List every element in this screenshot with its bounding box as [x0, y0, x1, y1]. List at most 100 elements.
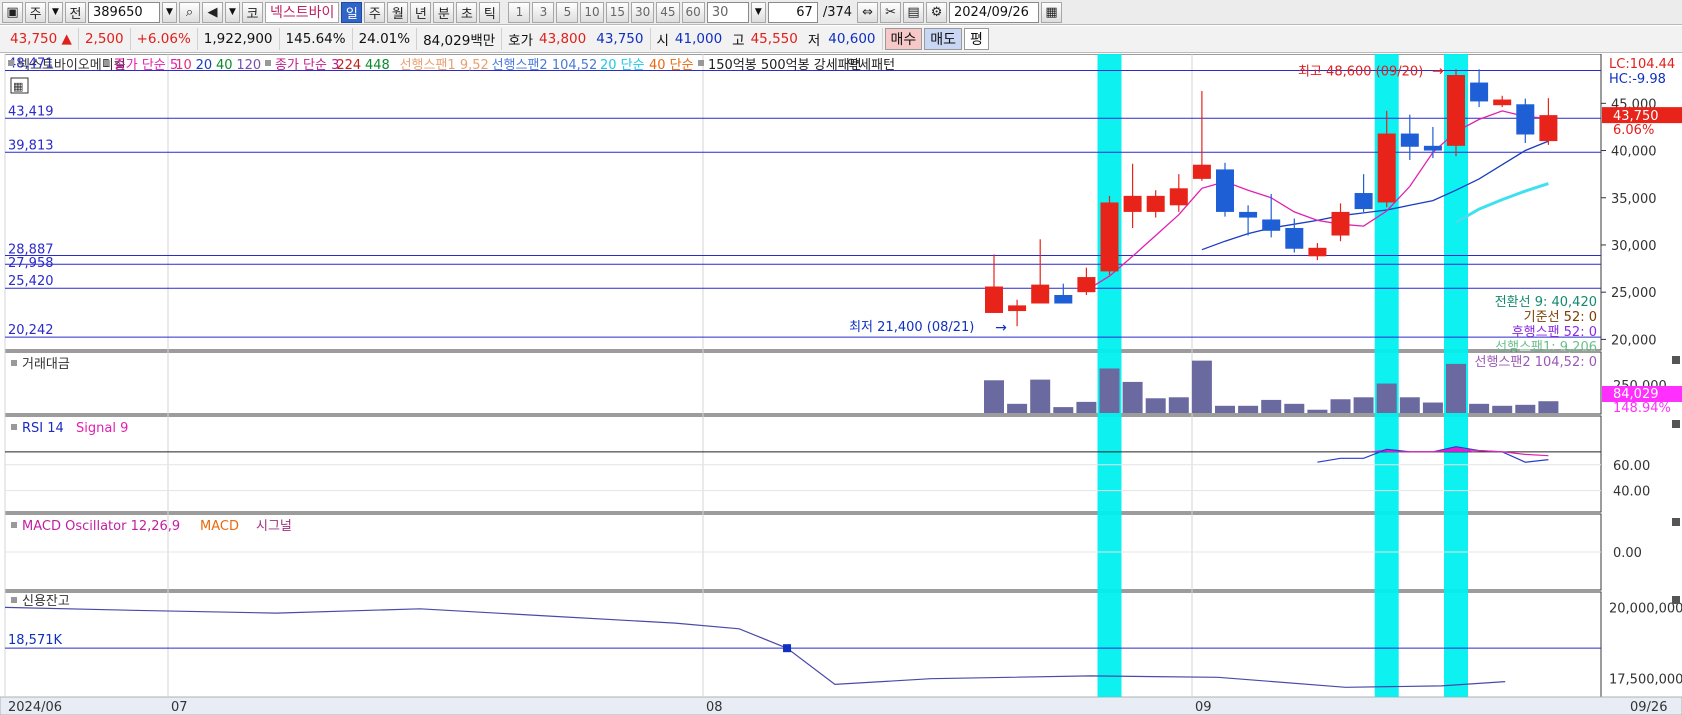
timeframe-3-button[interactable]: 년 [410, 1, 432, 23]
interval-input[interactable]: 30 [706, 1, 749, 23]
arrow-right-icon: → [995, 320, 1007, 336]
market-button[interactable]: 코 [242, 1, 263, 23]
candle-body [1008, 305, 1027, 312]
volume-bar [1284, 403, 1305, 413]
ichimoku-label: 선행스팬2 104,52: 0 [1474, 354, 1597, 370]
reference-line-label: 20,242 [8, 323, 54, 338]
volume-bar [984, 380, 1004, 413]
tools-icon[interactable]: ✂ [880, 1, 902, 23]
save-icon[interactable]: ▤ [903, 1, 925, 23]
prev-button[interactable]: 전 [65, 1, 86, 23]
sell-button[interactable]: 매도 [924, 28, 963, 50]
zoom-icon[interactable]: ⇔ [857, 1, 879, 23]
volume-bar [1307, 409, 1328, 413]
legend-bullet [8, 60, 14, 66]
legend-ma5: 종가 단순 5 [114, 58, 178, 73]
volume-bar [1376, 383, 1397, 413]
volume-bar [1099, 368, 1120, 413]
volume-bar [1515, 404, 1536, 413]
timeframe-5-button[interactable]: 초 [456, 1, 478, 23]
interval-10-button[interactable]: 10 [580, 1, 604, 23]
volume-bar [1122, 381, 1143, 413]
interval-45-button[interactable]: 45 [656, 1, 680, 23]
x-axis-label: 08 [706, 700, 723, 715]
candle-body [1077, 277, 1096, 293]
current-pct-label: 6.06% [1613, 123, 1654, 138]
legend-weak: 약세패턴 [847, 58, 895, 73]
candle-body [1262, 219, 1281, 231]
legend-ma-448: 448 [365, 58, 390, 73]
macd-signal-label: 시그널 [256, 519, 292, 534]
layout-icon[interactable]: ▣ [2, 1, 23, 23]
legend-bullet [265, 60, 271, 66]
volume-current-pct: 148.94% [1613, 401, 1671, 416]
timeframe-1-button[interactable]: 주 [364, 1, 386, 23]
low-label: 저 [807, 33, 821, 49]
ichimoku-label: 기준선 52: 0 [1524, 310, 1597, 325]
interval-dropdown-icon[interactable]: ▼ [750, 1, 766, 23]
timeframe-4-button[interactable]: 분 [433, 1, 455, 23]
volume-bar [1076, 401, 1097, 413]
timeframe-0-button[interactable]: 일 [341, 1, 363, 23]
code-dropdown-icon[interactable]: ▼ [162, 1, 177, 23]
interval-5-button[interactable]: 5 [556, 1, 579, 23]
legend-span1: 선행스팬1 9,52 [400, 57, 489, 73]
volume-ratio: 145.64% [280, 28, 353, 50]
candle-body [1285, 227, 1304, 249]
chevron-down-icon[interactable]: ▼ [48, 1, 63, 23]
interval-1-button[interactable]: 1 [508, 1, 531, 23]
panel-close-icon [1672, 596, 1680, 604]
interval-60-button[interactable]: 60 [681, 1, 705, 23]
volume-bar [1030, 379, 1051, 413]
interval-3-button[interactable]: 3 [532, 1, 555, 23]
search-icon[interactable]: ⌕ [179, 1, 200, 23]
credit-axis-label: 20,000,000 [1609, 601, 1682, 616]
candle-body [1308, 247, 1327, 257]
credit-panel-label: 신용잔고 [22, 594, 70, 609]
calendar-icon[interactable]: ▦ [1041, 1, 1063, 23]
volume-bar [1330, 399, 1351, 413]
speaker-icon[interactable]: ◀ [202, 1, 223, 23]
price-axis-label: 35,000 [1611, 192, 1657, 207]
volume-bar [1446, 363, 1466, 413]
legend-ma-40: 40 [216, 58, 233, 73]
count-input[interactable]: 67 [767, 1, 818, 23]
ichimoku-label: 선행스팬1: 9,206 [1495, 339, 1597, 355]
hoga-label: 호가 [508, 33, 533, 49]
volume-bar [1492, 405, 1513, 413]
open-price: 41,000 [674, 31, 723, 47]
reference-line-label: 39,813 [8, 138, 54, 153]
candle-body [1354, 193, 1373, 210]
low-price: 40,600 [822, 28, 883, 50]
period-button[interactable]: 주 [25, 1, 46, 23]
stock-code-input[interactable]: 389650 [88, 1, 160, 23]
current-price: 43,750 ▲ [4, 28, 79, 50]
candle-body [1470, 82, 1489, 102]
panel-close-icon [1672, 518, 1680, 526]
reference-line-label: 25,420 [8, 274, 54, 289]
ask-price: 43,800 [539, 31, 587, 47]
x-axis-label: 09 [1195, 700, 1212, 715]
stock-chart[interactable]: 2024/06 07 08 09 09/2645,00040,00035,00030,0… [0, 54, 1682, 715]
credit-legend-bullet [11, 597, 17, 603]
macd-osc-label: MACD Oscillator 12,26,9 [22, 519, 180, 534]
eval-button[interactable]: 평 [964, 28, 989, 50]
turnover: 24.01% [353, 28, 418, 50]
total-count: /374 [822, 4, 853, 20]
interval-15-button[interactable]: 15 [605, 1, 629, 23]
rsi-panel-label: RSI 14 [22, 421, 64, 436]
date-input[interactable]: 2024/09/26 [949, 1, 1040, 23]
open-label: 시 [656, 33, 669, 49]
gear-icon[interactable]: ⚙ [926, 1, 948, 23]
candle-body [1377, 133, 1396, 203]
speaker-dropdown-icon[interactable]: ▼ [225, 1, 240, 23]
stock-name[interactable]: 넥스트바이 [265, 1, 340, 23]
rsi-signal-label: Signal 9 [76, 421, 128, 436]
timeframe-6-button[interactable]: 틱 [479, 1, 501, 23]
credit-value-label: 18,571K [8, 633, 62, 648]
timeframe-2-button[interactable]: 월 [387, 1, 409, 23]
buy-button[interactable]: 매수 [884, 28, 923, 50]
interval-30-button[interactable]: 30 [630, 1, 655, 23]
volume-bar [1191, 360, 1212, 413]
high-price: 45,550 [750, 31, 798, 47]
